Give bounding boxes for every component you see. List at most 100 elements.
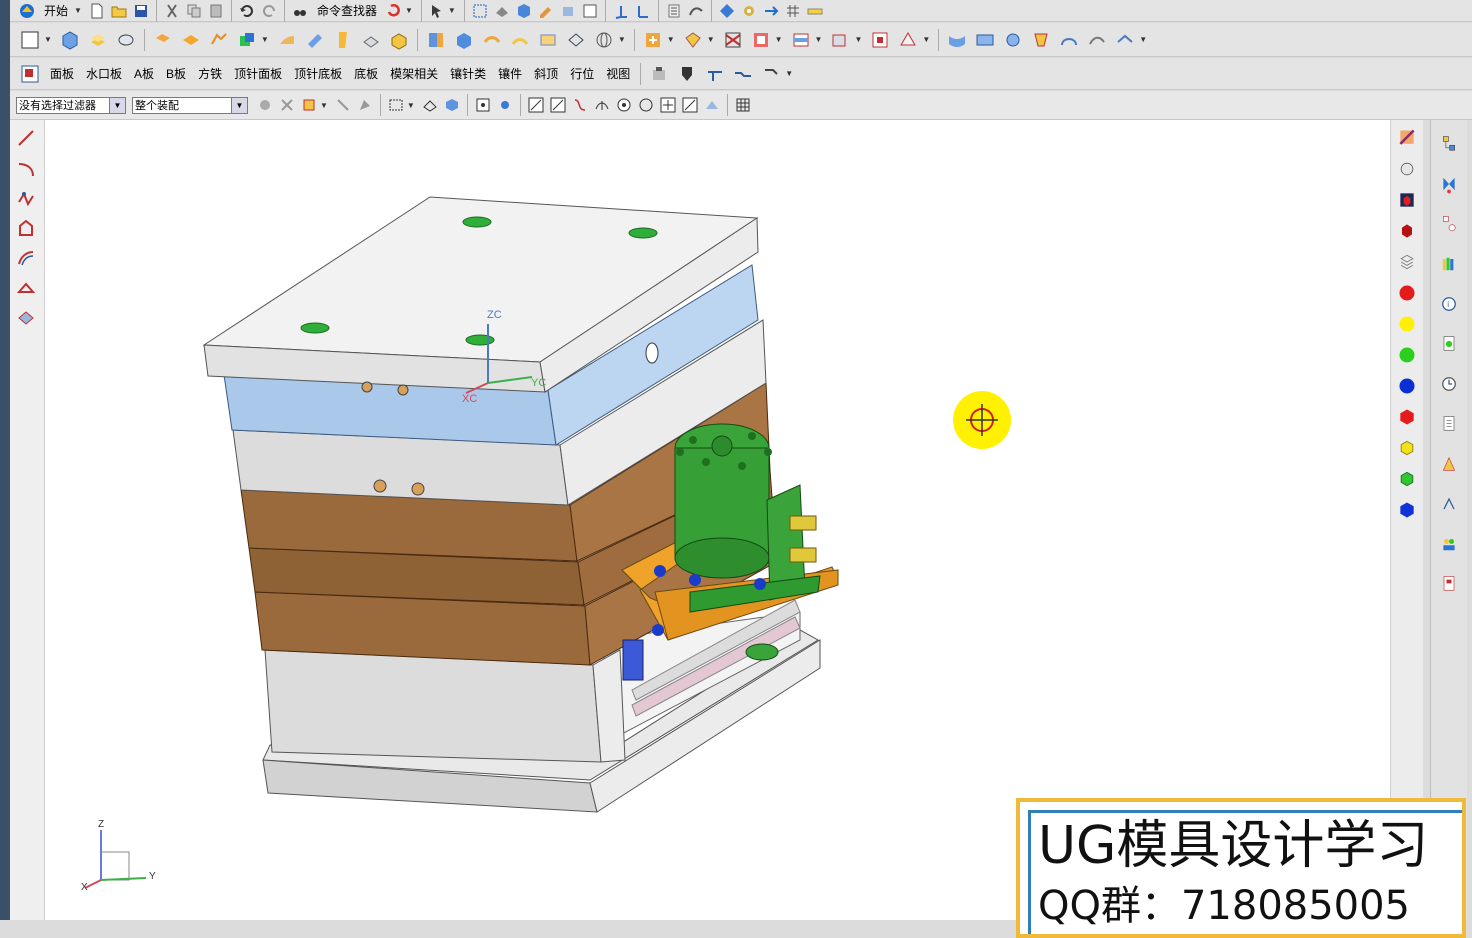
chevron-down-icon[interactable]: ▼ xyxy=(44,35,52,44)
save-icon[interactable] xyxy=(132,2,150,20)
toolbar-item-spacer-block[interactable]: 方铁 xyxy=(192,65,228,82)
toolbar-item-bottom-plate[interactable]: 底板 xyxy=(348,65,384,82)
chevron-down-icon[interactable]: ▼ xyxy=(261,35,269,44)
offset-face-icon[interactable] xyxy=(387,28,411,52)
toolbar-item-view[interactable]: 视图 xyxy=(600,65,636,82)
motion-icon[interactable] xyxy=(762,2,780,20)
spline-icon[interactable] xyxy=(14,186,38,210)
swept-icon[interactable] xyxy=(1001,28,1025,52)
chevron-down-icon[interactable]: ▼ xyxy=(815,35,823,44)
draft-icon[interactable] xyxy=(331,28,355,52)
chevron-down-icon[interactable]: ▼ xyxy=(231,97,247,113)
repeat-command-icon[interactable] xyxy=(385,2,403,20)
shaded-cube-icon[interactable] xyxy=(515,2,533,20)
snap-curve-icon[interactable] xyxy=(571,96,589,114)
toolbar-item-insert-pins[interactable]: 镶针类 xyxy=(444,65,492,82)
reuse-library-icon[interactable] xyxy=(1436,248,1462,280)
parting-icon[interactable] xyxy=(681,28,705,52)
toolbar-item-mold-base-related[interactable]: 模架相关 xyxy=(384,65,444,82)
type-filter-select[interactable]: 没有选择过滤器 ▼ xyxy=(16,96,126,114)
selection-scope-select[interactable]: 整个装配 ▼ xyxy=(132,96,248,114)
law-extension-icon[interactable] xyxy=(1085,28,1109,52)
pocket-icon[interactable] xyxy=(868,28,892,52)
ruled-surface-icon[interactable] xyxy=(973,28,997,52)
filter-reset-icon[interactable] xyxy=(256,96,274,114)
edge-blend-icon[interactable] xyxy=(275,28,299,52)
mirror-body-icon[interactable] xyxy=(480,28,504,52)
chevron-down-icon[interactable]: ▼ xyxy=(448,6,456,15)
surface-patch-icon[interactable] xyxy=(721,28,745,52)
color-cube-yellow[interactable] xyxy=(1395,434,1419,461)
binoculars-icon[interactable] xyxy=(291,2,309,20)
standard-parts-icon[interactable] xyxy=(828,28,852,52)
web-browser-icon[interactable]: i xyxy=(1436,288,1462,320)
paste-icon[interactable] xyxy=(207,2,225,20)
datum-plane-icon[interactable] xyxy=(151,28,175,52)
chevron-down-icon[interactable]: ▼ xyxy=(854,35,862,44)
fit-view-icon[interactable] xyxy=(471,2,489,20)
toolbar-item-lifter[interactable]: 斜顶 xyxy=(528,65,564,82)
toolbar-item-runner-plate[interactable]: 水口板 xyxy=(80,65,128,82)
bom-icon[interactable] xyxy=(896,28,920,52)
chevron-down-icon[interactable]: ▼ xyxy=(775,35,783,44)
drafting-icon[interactable] xyxy=(1436,568,1462,600)
snap-line-mid-icon[interactable] xyxy=(549,96,567,114)
table-icon[interactable] xyxy=(734,96,752,114)
material-icon[interactable] xyxy=(1395,217,1419,244)
color-swatch-yellow[interactable] xyxy=(1395,310,1419,337)
snap-midpoint-icon[interactable] xyxy=(496,96,514,114)
layer-stack-icon[interactable] xyxy=(1395,248,1419,275)
chevron-down-icon[interactable]: ▼ xyxy=(320,101,328,110)
chevron-down-icon[interactable]: ▼ xyxy=(74,6,82,15)
copy-icon[interactable] xyxy=(185,2,203,20)
toolbar-item-ejector-bottom-plate[interactable]: 顶针底板 xyxy=(288,65,348,82)
color-hexagon-blue[interactable] xyxy=(1395,496,1419,523)
revolve-icon[interactable] xyxy=(114,28,138,52)
clock-icon[interactable] xyxy=(1436,368,1462,400)
toolbar-item-slide[interactable]: 行位 xyxy=(564,65,600,82)
toolbar-item-ejector-top-plate[interactable]: 顶针面板 xyxy=(228,65,288,82)
roles-icon[interactable] xyxy=(1436,528,1462,560)
offset-surface-icon[interactable] xyxy=(1113,28,1137,52)
chevron-down-icon[interactable]: ▼ xyxy=(785,69,793,78)
chevron-down-icon[interactable]: ▼ xyxy=(667,35,675,44)
grid-icon[interactable] xyxy=(784,2,802,20)
chevron-down-icon[interactable]: ▼ xyxy=(707,35,715,44)
pattern-icon[interactable] xyxy=(179,28,203,52)
snap-endpoint-icon[interactable] xyxy=(474,96,492,114)
wireframe-sphere-icon[interactable] xyxy=(592,28,616,52)
color-swatch-green[interactable] xyxy=(1395,341,1419,368)
chevron-down-icon[interactable]: ▼ xyxy=(407,101,415,110)
intersect-curve-icon[interactable] xyxy=(14,306,38,330)
deselect-icon[interactable] xyxy=(334,96,352,114)
studio-render-icon[interactable] xyxy=(1395,186,1419,213)
polygon-icon[interactable] xyxy=(14,216,38,240)
open-folder-icon[interactable] xyxy=(110,2,128,20)
unite-icon[interactable] xyxy=(207,28,231,52)
project-curve-icon[interactable] xyxy=(14,276,38,300)
mold-wizard-icon[interactable] xyxy=(641,28,665,52)
orient-view-icon[interactable] xyxy=(493,2,511,20)
selection-tool-icon[interactable] xyxy=(428,2,446,20)
snap-center-icon[interactable] xyxy=(615,96,633,114)
part-navigator-icon[interactable] xyxy=(1436,208,1462,240)
mold-tool-icon[interactable] xyxy=(18,62,42,86)
chamfer-icon[interactable] xyxy=(303,28,327,52)
chevron-down-icon[interactable]: ▼ xyxy=(109,97,125,113)
extract-geometry-icon[interactable] xyxy=(564,28,588,52)
snap-line-icon[interactable] xyxy=(527,96,545,114)
blank-square-icon[interactable] xyxy=(581,2,599,20)
hammer-icon[interactable] xyxy=(759,62,783,86)
color-hexagon-red[interactable] xyxy=(1395,403,1419,430)
sketch-icon[interactable] xyxy=(18,28,42,52)
chevron-down-icon[interactable]: ▼ xyxy=(618,35,626,44)
layer-settings-icon[interactable] xyxy=(559,2,577,20)
rectangle-select-icon[interactable] xyxy=(387,96,405,114)
arc-icon[interactable] xyxy=(14,156,38,180)
system-materials-icon[interactable] xyxy=(1436,408,1462,440)
trim-body-icon[interactable] xyxy=(424,28,448,52)
die-icon[interactable] xyxy=(675,62,699,86)
edit-background-icon[interactable] xyxy=(1395,124,1419,151)
split-body-icon[interactable] xyxy=(452,28,476,52)
start-menu-button[interactable]: 开始 xyxy=(38,2,74,19)
